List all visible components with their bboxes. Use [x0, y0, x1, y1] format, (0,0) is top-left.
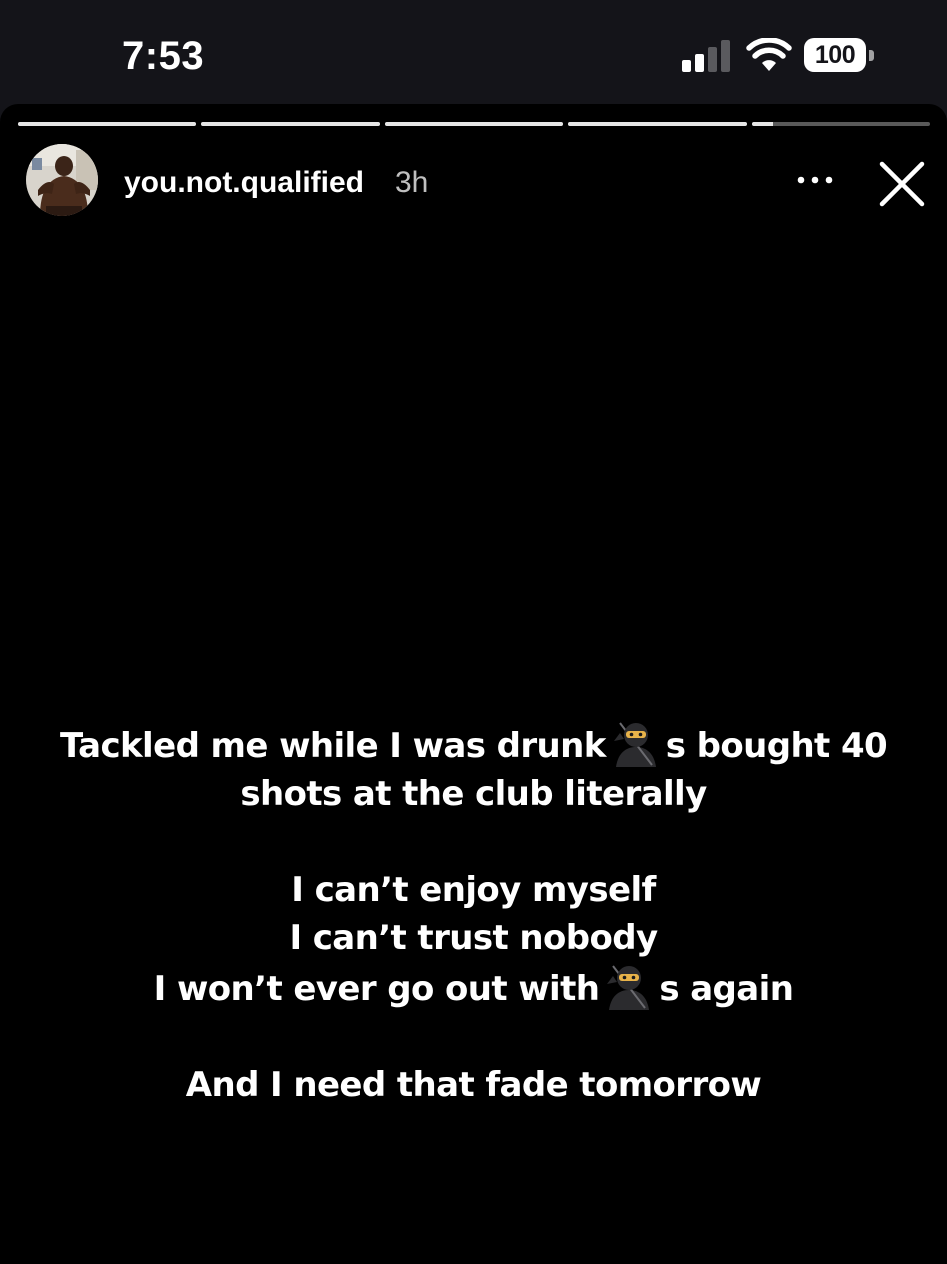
battery-indicator: 100	[804, 38, 874, 72]
progress-segment-fill	[18, 122, 197, 126]
ninja-emoji-icon	[607, 965, 650, 1010]
progress-segment-fill	[568, 122, 747, 126]
status-bar: 7:53 100	[0, 0, 947, 104]
caption-text: s bought 40	[665, 726, 888, 766]
progress-segment-fill	[201, 122, 380, 126]
progress-segment	[384, 122, 564, 126]
caption-text: I won’t ever go out with	[153, 969, 600, 1009]
caption-text: s again	[659, 969, 794, 1009]
caption-line-2: shots at the club literally	[240, 774, 707, 814]
story-caption: Tackled me while I was drunk s bought 40…	[0, 719, 947, 1109]
caption-line-5: I won’t ever go out with s again	[0, 962, 947, 1013]
progress-segment-fill	[751, 122, 774, 126]
story-username[interactable]: you.not.qualified	[124, 166, 364, 200]
caption-line-1: Tackled me while I was drunk s bought 40	[0, 719, 947, 770]
status-time: 7:53	[122, 34, 205, 78]
story-viewer[interactable]: you.not.qualified 3h Tackled me while I …	[0, 104, 947, 1264]
caption-line-3: I can’t enjoy myself	[291, 870, 656, 910]
story-timestamp: 3h	[395, 166, 429, 199]
progress-segment	[201, 122, 380, 126]
progress-segment	[18, 122, 197, 126]
avatar-image	[26, 144, 98, 216]
progress-segment-fill	[384, 122, 564, 126]
progress-segment	[568, 122, 747, 126]
caption-line-4: I can’t trust nobody	[289, 918, 658, 958]
avatar[interactable]	[26, 144, 98, 216]
wifi-icon	[746, 38, 792, 71]
cellular-signal-icon	[682, 40, 730, 72]
battery-cap	[869, 50, 874, 61]
story-header: you.not.qualified 3h	[0, 144, 947, 224]
story-progress-bar	[18, 122, 931, 126]
battery-level: 100	[804, 38, 866, 72]
more-dots-icon[interactable]	[790, 162, 840, 198]
ninja-emoji-icon	[613, 722, 656, 767]
phone-screen: 7:53 100 you.not.qualified 3h Tackled me…	[0, 0, 947, 1264]
progress-segment	[751, 122, 931, 126]
caption-line-6: And I need that fade tomorrow	[185, 1065, 762, 1105]
caption-text: Tackled me while I was drunk	[59, 726, 606, 766]
close-icon[interactable]	[876, 158, 928, 210]
